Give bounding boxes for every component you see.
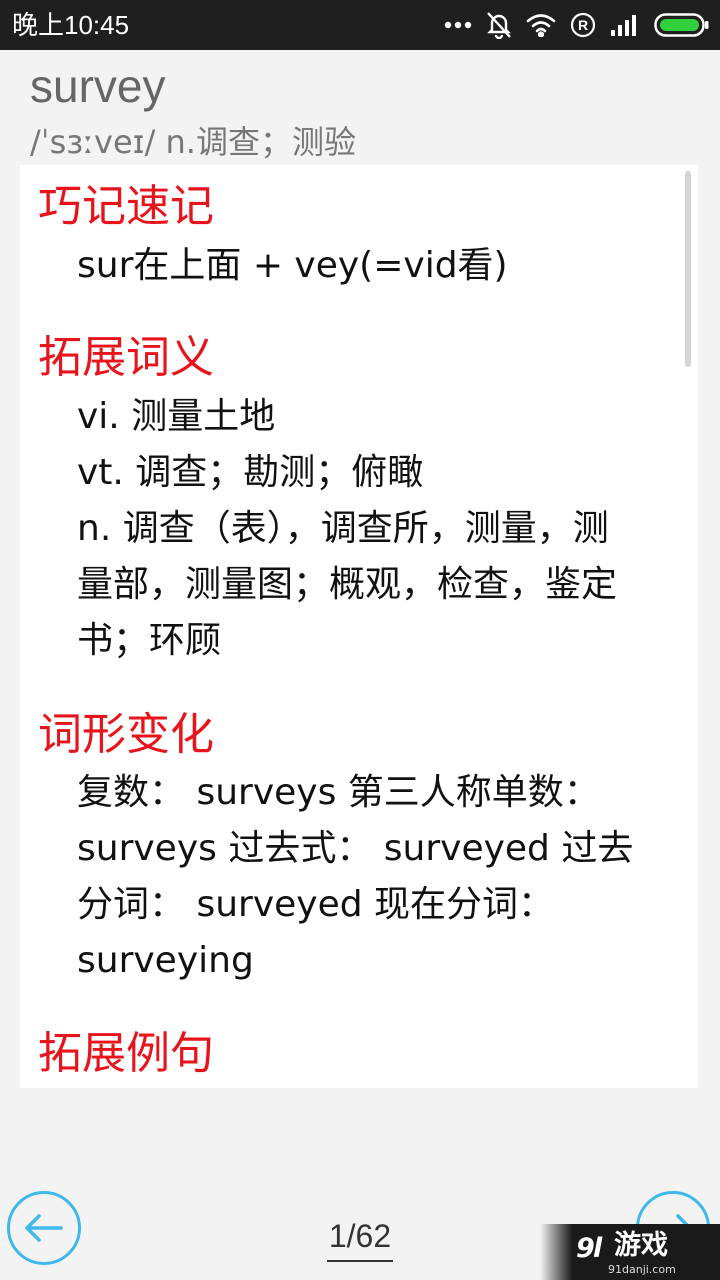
svg-text:9: 9 (576, 1233, 595, 1264)
content-card[interactable]: 巧记速记 sur在上面 + vey(=vid看) 拓展词义 vi. 测量土地 v… (20, 165, 698, 1088)
signal-icon (610, 13, 640, 37)
status-bar: 晚上10:45 R (0, 0, 720, 50)
forms-line: 分词： surveyed 现在分词： (77, 884, 555, 925)
meaning-line: 书；环顾 (77, 620, 222, 661)
notifications-off-icon (486, 11, 512, 39)
watermark-logo-icon: 9 l (576, 1233, 603, 1264)
forms-line: surveying (77, 940, 254, 981)
word-title: survey (30, 60, 166, 112)
svg-text:l: l (593, 1233, 603, 1264)
section-title-forms: 词形变化 (38, 709, 214, 760)
watermark-url: 91danji.com (608, 1263, 676, 1276)
section-title-meanings: 拓展词义 (38, 332, 214, 383)
site-watermark: 9 l 游戏 91danji.com (540, 1224, 720, 1280)
watermark-text: 游戏 (614, 1230, 668, 1261)
page-number: 1/62 (326, 1214, 394, 1262)
status-time: 晚上10:45 (12, 10, 130, 40)
meaning-line: vt. 调查；勘测；俯瞰 (77, 452, 424, 493)
meaning-line: n. 调查（表），调查所，测量，测 (77, 508, 609, 549)
battery-icon (654, 12, 710, 38)
section-title-examples: 拓展例句 (38, 1028, 214, 1079)
forms-line: 复数： surveys 第三人称单数： (77, 772, 600, 813)
status-icons: R (444, 9, 710, 41)
forms-line: surveys 过去式： surveyed 过去 (77, 828, 634, 869)
meaning-line: 量部，测量图；概观，检查，鉴定 (77, 564, 618, 605)
more-dots-icon (444, 21, 472, 29)
registered-icon: R (570, 12, 596, 38)
svg-text:R: R (578, 17, 588, 33)
meaning-line: vi. 测量土地 (77, 396, 276, 437)
word-phonetic: /ˈsɜːveɪ/ n.调查；测验 (30, 123, 356, 161)
memory-line: sur在上面 + vey(=vid看) (77, 245, 508, 286)
wifi-icon (526, 13, 556, 37)
section-title-memory: 巧记速记 (38, 181, 214, 232)
